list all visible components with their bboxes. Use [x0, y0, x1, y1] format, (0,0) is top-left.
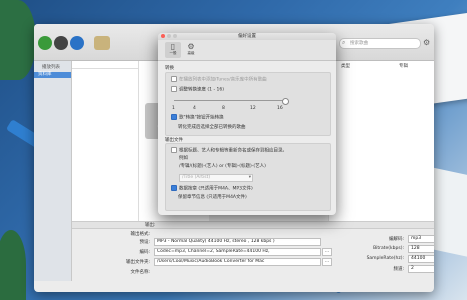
convert-button[interactable]: [54, 36, 68, 50]
phone-icon: ▯: [170, 42, 176, 51]
adjust-speed-option[interactable]: 调整转换速度 (1 - 16): [171, 86, 224, 93]
search-icon: ⌕: [342, 39, 346, 46]
format-row: 输出格式:: [72, 230, 328, 238]
sidebar-item-library[interactable]: 资料库: [34, 72, 71, 78]
details-pane: 类型 专辑: [328, 61, 434, 221]
add-files-button[interactable]: [38, 36, 52, 50]
format-label: 输出格式:: [130, 232, 150, 237]
preferences-tabs: ▯ 一般 ⚙ 高级: [158, 40, 336, 61]
example-label: 例如: [179, 156, 188, 161]
minimize-button[interactable]: [167, 34, 171, 38]
output-section: 根据标题、艺人和专辑等重新命名或保存到相应目录。 例如 /专辑/(标题)-(艺人…: [165, 143, 331, 211]
speed-slider-knob[interactable]: [282, 98, 289, 105]
sidebar: 播放列表 资料库: [34, 61, 72, 281]
codec-field: Codec=mp3, Channel=2, SampleRate=44100 H…: [154, 248, 321, 256]
split-chapter-option[interactable]: 数据按章 (只适用于M4A、MP3文件): [171, 185, 253, 192]
samplerate-label: SampleRate(hz):: [366, 256, 404, 261]
audio-settings: 编解码: mp3▾ Bitrate(kbps): 128▾ SampleRate…: [364, 235, 434, 285]
rename-option[interactable]: 根据标题、艺人和专辑等重新命名或保存到相应目录。: [171, 147, 287, 154]
tab-general[interactable]: ▯ 一般: [165, 42, 181, 58]
dialog-title: 偏好设置: [158, 33, 336, 40]
speed-tick: 16: [277, 106, 283, 111]
auto-add-option[interactable]: 在播放列表中添加iTunes/音乐库中所有歌曲: [171, 76, 267, 83]
options-button[interactable]: [70, 36, 84, 50]
browse-folder-button[interactable]: ...: [322, 258, 332, 266]
library-button[interactable]: [94, 36, 110, 50]
plant-leaf-decoration: [0, 230, 26, 300]
zoom-button[interactable]: [173, 34, 177, 38]
preferences-dialog: 偏好设置 ▯ 一般 ⚙ 高级 转换 在播放列表中添加iTunes/音乐库中所有歌…: [158, 33, 336, 215]
codec-row: 编码: Codec=mp3, Channel=2, SampleRate=441…: [72, 248, 332, 256]
sidebar-header: 播放列表: [42, 65, 60, 70]
bitrate-label: Bitrate(kbps):: [373, 246, 404, 251]
folder-row: 输出文件夹: /Users/Cool/Music/AudioBook Conve…: [72, 258, 332, 266]
tab-advanced[interactable]: ⚙ 高级: [183, 42, 199, 58]
channel-label: 频道:: [393, 267, 404, 272]
speed-tick: 8: [222, 106, 225, 111]
speed-slider[interactable]: [174, 98, 289, 105]
folder-label: 输出文件夹:: [125, 260, 150, 265]
column-album[interactable]: 专辑: [399, 63, 408, 69]
preset-row: 预设: MP3 - Normal Quality( 44100 Hz, ster…: [72, 238, 328, 246]
filename-row: 文件名称:: [72, 268, 328, 276]
search-input[interactable]: ⌕ 搜索歌曲: [339, 38, 421, 49]
codec-select-label: 编解码:: [388, 237, 404, 242]
convert-section: 在播放列表中添加iTunes/音乐库中所有歌曲 调整转换速度 (1 - 16) …: [165, 72, 331, 136]
gear-icon[interactable]: ⚙: [423, 38, 430, 47]
speed-tick: 4: [193, 106, 196, 111]
codec-select[interactable]: mp3▾: [408, 235, 434, 243]
select-converted-option[interactable]: 转化完成后选择全部已转换的歌曲: [178, 124, 246, 130]
convert-section-title: 转换: [165, 66, 174, 71]
preset-select[interactable]: MP3 - Normal Quality( 44100 Hz, stereo ,…: [154, 238, 321, 246]
search-placeholder: 搜索歌曲: [350, 41, 368, 46]
close-button[interactable]: [161, 34, 165, 38]
filename-label: 文件名称:: [130, 270, 150, 275]
plant-leaf-decoration: [0, 0, 36, 80]
output-folder-field[interactable]: /Users/Cool/Music/AudioBook Converter fo…: [154, 258, 321, 266]
song-list[interactable]: [72, 61, 139, 221]
codec-options-button[interactable]: ...: [322, 248, 332, 256]
codec-label: 编码:: [139, 250, 150, 255]
song-list-header: [72, 61, 138, 69]
example-value: /专辑/(标题)-(艺人) or (专辑)-(标题)-(艺人): [179, 164, 266, 169]
output-strip: 输出:: [72, 221, 434, 229]
output-label: 输出:: [145, 223, 156, 228]
gear-icon: ⚙: [187, 42, 195, 51]
output-settings: 输出格式: 预设: MP3 - Normal Quality( 44100 Hz…: [72, 230, 332, 290]
column-type[interactable]: 类型: [341, 63, 350, 69]
keep-chapter-option[interactable]: 保留章节信息 (只适用于M4A文件): [178, 194, 247, 200]
start-convert-option[interactable]: 歌"转换"按钮开始转换: [171, 114, 224, 121]
speed-tick: 1: [172, 106, 175, 111]
samplerate-select[interactable]: 44100▾: [408, 255, 434, 263]
bitrate-select[interactable]: 128▾: [408, 245, 434, 253]
speed-tick: 12: [250, 106, 256, 111]
channel-select[interactable]: 2▾: [408, 265, 434, 273]
preset-label: 预设:: [139, 240, 150, 245]
template-select[interactable]: /Title (Artist) ▾: [179, 174, 253, 182]
